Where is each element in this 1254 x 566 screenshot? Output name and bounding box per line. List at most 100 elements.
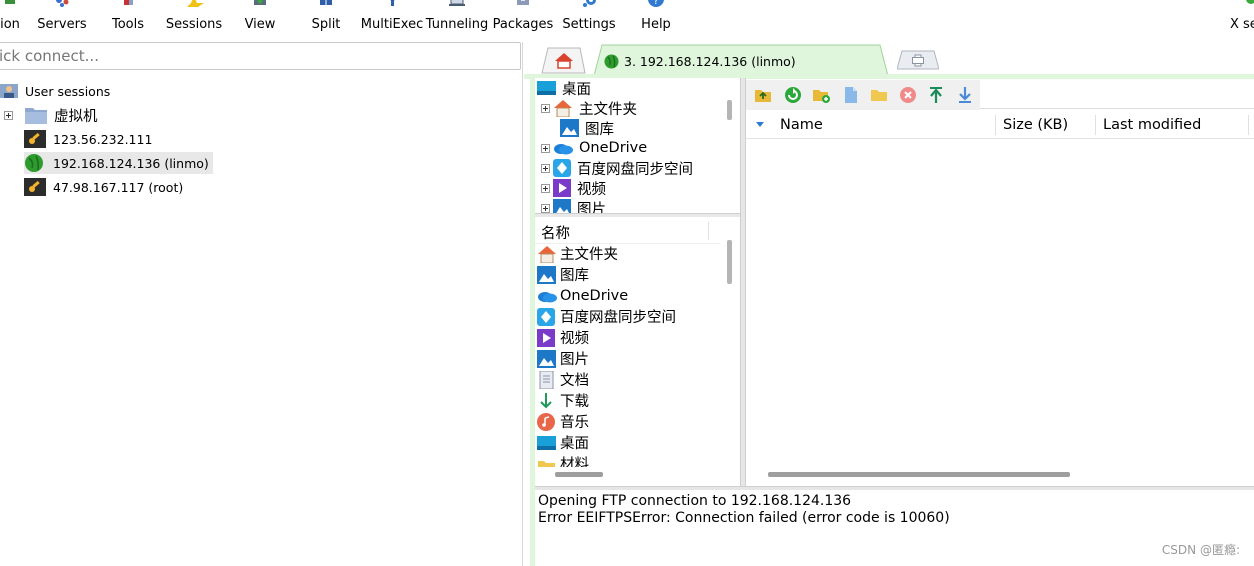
- refresh-icon[interactable]: [784, 86, 802, 104]
- list-item[interactable]: 材料: [537, 453, 589, 467]
- list-item[interactable]: 下载: [537, 390, 589, 411]
- download-arrow-icon: [540, 392, 552, 408]
- toolbar-settings-button[interactable]: Settings: [562, 0, 616, 42]
- session-item[interactable]: 47.98.167.117 (root): [24, 176, 183, 198]
- list-scrollbar[interactable]: [727, 240, 732, 284]
- video-icon: [537, 328, 555, 347]
- list-item[interactable]: 音乐: [537, 411, 589, 432]
- documents-icon: [539, 370, 554, 389]
- delete-icon[interactable]: [899, 86, 917, 104]
- expand-icon[interactable]: [541, 203, 550, 213]
- new-folder-icon[interactable]: [812, 86, 830, 104]
- ssh-key-icon: [24, 130, 46, 148]
- tree-scrollbar[interactable]: [727, 100, 732, 120]
- help-icon: ?: [648, 0, 664, 7]
- pictures-icon: [553, 199, 571, 214]
- remote-horizontal-scrollbar[interactable]: [768, 472, 1070, 477]
- user-sessions-root[interactable]: User sessions: [0, 80, 110, 102]
- sort-down-icon[interactable]: [756, 122, 764, 128]
- quick-connect-box[interactable]: [0, 42, 521, 70]
- expand-icon[interactable]: [4, 110, 13, 120]
- new-file-icon[interactable]: [842, 86, 860, 104]
- toolbar-view-button[interactable]: View: [238, 0, 282, 42]
- globe-icon: [25, 154, 43, 172]
- session-folder-vm[interactable]: 虚拟机: [4, 104, 98, 126]
- expand-icon[interactable]: [541, 103, 550, 113]
- toolbar-session-button[interactable]: ion: [0, 0, 24, 42]
- expand-icon[interactable]: [541, 183, 550, 193]
- column-name[interactable]: Name: [780, 112, 823, 138]
- tree-item-home[interactable]: 主文件夹: [541, 98, 637, 118]
- column-name-header[interactable]: 名称: [541, 222, 570, 243]
- tools-icon: [124, 0, 133, 5]
- tunneling-icon: [449, 0, 465, 6]
- remote-path-bar[interactable]: [980, 82, 1254, 109]
- session-item-active[interactable]: 192.168.124.136 (linmo): [24, 152, 213, 174]
- view-icon: [254, 0, 266, 5]
- gallery-icon: [560, 119, 579, 137]
- tree-item-pictures[interactable]: 图片: [541, 198, 606, 214]
- toolbar-help-button[interactable]: ? Help: [638, 0, 674, 42]
- new-tab-button[interactable]: [897, 50, 939, 70]
- toolbar-sessions-button[interactable]: Sessions: [166, 0, 222, 42]
- video-icon: [553, 179, 571, 197]
- toolbar-servers-button[interactable]: Servers: [36, 0, 88, 42]
- xserver-icon: [1246, 0, 1254, 4]
- toolbar-split-button[interactable]: Split: [306, 0, 346, 42]
- column-separator[interactable]: [1248, 115, 1249, 135]
- expand-icon[interactable]: [541, 163, 550, 173]
- ssh-key-icon: [24, 178, 46, 196]
- download-icon[interactable]: [956, 86, 974, 104]
- list-item[interactable]: OneDrive: [537, 285, 628, 306]
- svg-text:?: ?: [653, 0, 658, 7]
- folder-icon: [538, 460, 555, 467]
- tab-home[interactable]: [536, 46, 586, 74]
- tab-session-label-wrap[interactable]: 3. 192.168.124.136 (linmo): [604, 52, 796, 70]
- expand-icon[interactable]: [541, 143, 550, 153]
- upload-icon[interactable]: [927, 86, 945, 104]
- log-splitter[interactable]: [535, 486, 1254, 490]
- folder-icon: [25, 108, 47, 124]
- list-item[interactable]: 图库: [537, 264, 589, 285]
- list-item[interactable]: 视频: [537, 327, 589, 348]
- onedrive-icon: [554, 144, 573, 155]
- list-item[interactable]: 图片: [537, 348, 589, 369]
- quick-connect-input[interactable]: [0, 43, 520, 69]
- tree-item-video[interactable]: 视频: [541, 178, 606, 198]
- globe-icon: [604, 53, 619, 69]
- column-size[interactable]: Size (KB): [1003, 112, 1068, 138]
- toolbar-tunneling-button[interactable]: Tunneling: [426, 0, 488, 42]
- baidu-netdisk-icon: [537, 307, 555, 326]
- servers-icon: [56, 0, 69, 7]
- desktop-icon: [537, 81, 556, 95]
- tree-item-onedrive[interactable]: OneDrive: [541, 138, 647, 158]
- list-horizontal-scrollbar[interactable]: [555, 472, 603, 477]
- tree-item-baidu[interactable]: 百度网盘同步空间: [541, 158, 693, 178]
- local-list-header[interactable]: 名称: [535, 219, 720, 244]
- tree-item-gallery[interactable]: 图库: [560, 118, 614, 138]
- remote-file-list[interactable]: [746, 139, 1254, 465]
- toolbar-multiexec-button[interactable]: MultiExec: [361, 0, 423, 42]
- packages-icon: [517, 0, 529, 5]
- list-item[interactable]: 桌面: [537, 432, 589, 453]
- left-pane-divider[interactable]: [522, 42, 523, 566]
- session-item[interactable]: 123.56.232.111: [24, 128, 152, 150]
- list-item[interactable]: 文档: [537, 369, 589, 390]
- toolbar-tools-button[interactable]: Tools: [108, 0, 148, 42]
- column-last-modified[interactable]: Last modified: [1103, 112, 1201, 138]
- toolbar-xserver-button[interactable]: X se: [1224, 0, 1254, 42]
- list-item[interactable]: 主文件夹: [537, 243, 618, 264]
- parent-folder-icon[interactable]: [754, 86, 772, 104]
- local-file-list[interactable]: 名称 主文件夹 图库 OneDrive 百度网盘同步空间 视频 图片 文档 下载 音乐 桌面 材料: [535, 217, 720, 467]
- tree-item-desktop[interactable]: 桌面: [537, 78, 591, 98]
- main-toolbar: ion Servers Tools Sessions View Split Mu…: [0, 0, 1254, 42]
- local-folder-tree[interactable]: 桌面 主文件夹 图库 OneDrive 百度网盘同步空间 视频 图片: [535, 78, 740, 214]
- column-separator[interactable]: [1095, 115, 1096, 135]
- column-separator[interactable]: [708, 222, 709, 240]
- user-sessions-icon: [0, 84, 18, 98]
- column-separator[interactable]: [995, 115, 996, 135]
- toolbar-packages-button[interactable]: Packages: [493, 0, 553, 42]
- open-folder-icon[interactable]: [870, 86, 888, 104]
- list-item[interactable]: 百度网盘同步空间: [537, 306, 676, 327]
- gallery-icon: [537, 265, 556, 284]
